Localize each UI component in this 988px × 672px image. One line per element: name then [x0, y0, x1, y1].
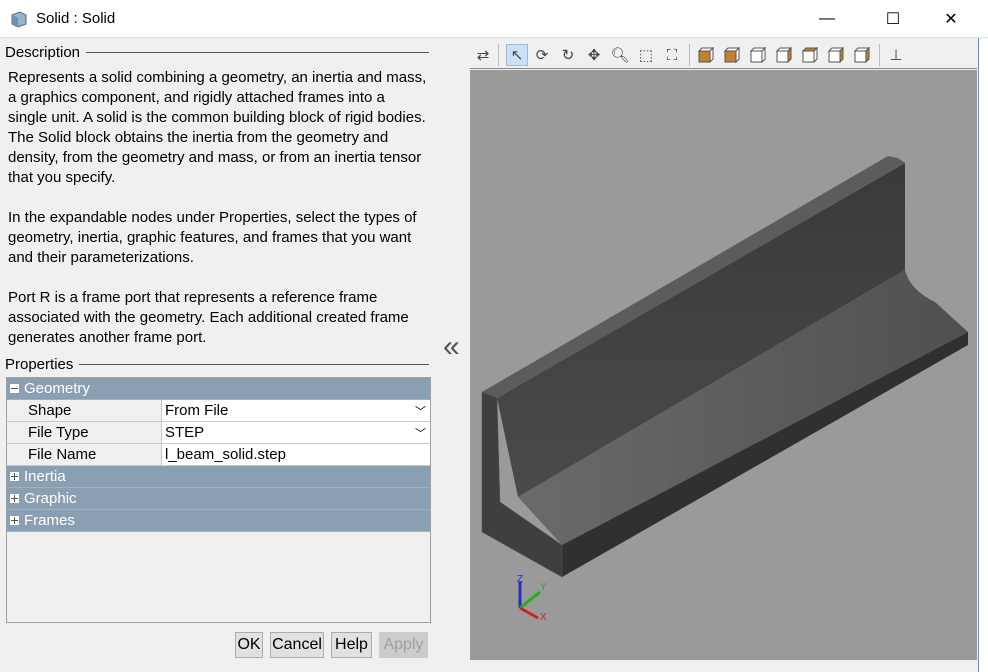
select-icon[interactable]: ↖: [506, 44, 528, 66]
zoom-box-icon[interactable]: ⬚: [635, 44, 657, 66]
ok-button[interactable]: OK: [235, 632, 263, 658]
group-geometry[interactable]: Geometry: [7, 378, 430, 400]
beam-model: Z Y X: [481, 156, 968, 623]
apply-button[interactable]: Apply: [379, 632, 428, 658]
triad-z-label: Z: [517, 574, 523, 585]
description-paragraph: In the expandable nodes under Properties…: [8, 209, 417, 266]
roll-icon[interactable]: ↻: [557, 44, 579, 66]
properties-heading-text: Properties: [5, 356, 74, 373]
zoom-icon[interactable]: 🔍︎: [609, 44, 631, 66]
shape-dropdown[interactable]: From File ﹀: [162, 400, 430, 421]
triad-x-label: X: [540, 612, 547, 623]
shape-value: From File: [165, 402, 229, 419]
file-name-input[interactable]: l_beam_solid.step: [162, 444, 430, 465]
group-label: Geometry: [24, 380, 90, 397]
group-label: Frames: [24, 512, 75, 529]
chevron-down-icon: ﹀: [415, 427, 426, 440]
group-label: Inertia: [24, 468, 66, 485]
property-row-file-type: File Type STEP ﹀: [7, 422, 430, 444]
group-inertia[interactable]: Inertia: [7, 466, 430, 488]
property-key: File Name: [7, 444, 162, 465]
fit-to-view-icon[interactable]: ⛶: [661, 44, 683, 66]
property-row-shape: Shape From File ﹀: [7, 400, 430, 422]
left-view-icon[interactable]: [747, 44, 769, 66]
collapse-pane-icon[interactable]: «: [443, 330, 460, 364]
axis-triad-icon[interactable]: ⊥: [885, 44, 907, 66]
3d-canvas[interactable]: Z Y X: [470, 70, 977, 660]
front-view-icon[interactable]: [695, 44, 717, 66]
pan-icon[interactable]: ✥: [583, 44, 605, 66]
expand-icon[interactable]: [10, 494, 19, 503]
description-paragraph: Represents a solid combining a geometry,…: [8, 69, 427, 186]
rotate-icon[interactable]: ⟳: [531, 44, 553, 66]
maximize-button[interactable]: ☐: [870, 0, 916, 38]
description-heading-text: Description: [5, 44, 81, 61]
file-type-value: STEP: [165, 424, 205, 441]
background-window: [978, 38, 988, 672]
title-bar: Solid : Solid — ☐ ✕: [0, 0, 988, 38]
description-paragraph: Port R is a frame port that represents a…: [8, 289, 409, 346]
back-view-icon[interactable]: [721, 44, 743, 66]
expand-icon[interactable]: [10, 516, 19, 525]
minimize-button[interactable]: —: [804, 0, 850, 38]
solid-block-icon: [11, 11, 27, 28]
group-frames[interactable]: Frames: [7, 510, 430, 532]
axis-triad: Z Y X: [517, 574, 547, 623]
swap-icon[interactable]: ⇄: [472, 44, 494, 66]
chevron-down-icon: ﹀: [415, 405, 426, 418]
right-view-icon[interactable]: [773, 44, 795, 66]
window-title: Solid : Solid: [36, 10, 116, 27]
group-graphic[interactable]: Graphic: [7, 488, 430, 510]
properties-heading: Properties: [5, 356, 429, 373]
property-key: Shape: [7, 400, 162, 421]
description-heading: Description: [5, 44, 429, 61]
property-key: File Type: [7, 422, 162, 443]
triad-y-label: Y: [540, 582, 547, 593]
bottom-view-icon[interactable]: [825, 44, 847, 66]
close-button[interactable]: ✕: [928, 0, 974, 38]
toolbar-separator: [689, 44, 690, 66]
properties-table: Geometry Shape From File ﹀ File Type STEP ﹀ …: [6, 377, 431, 623]
help-button[interactable]: Help: [331, 632, 372, 658]
expand-icon[interactable]: [10, 472, 19, 481]
toolbar-separator: [498, 44, 499, 66]
cancel-button[interactable]: Cancel: [270, 632, 324, 658]
property-row-file-name: File Name l_beam_solid.step: [7, 444, 430, 466]
toolbar-separator: [879, 44, 880, 66]
group-label: Graphic: [24, 490, 77, 507]
file-type-dropdown[interactable]: STEP ﹀: [162, 422, 430, 443]
collapse-icon[interactable]: [10, 384, 19, 393]
top-view-icon[interactable]: [799, 44, 821, 66]
description-text: Represents a solid combining a geometry,…: [8, 68, 428, 368]
isometric-view-icon[interactable]: [851, 44, 873, 66]
